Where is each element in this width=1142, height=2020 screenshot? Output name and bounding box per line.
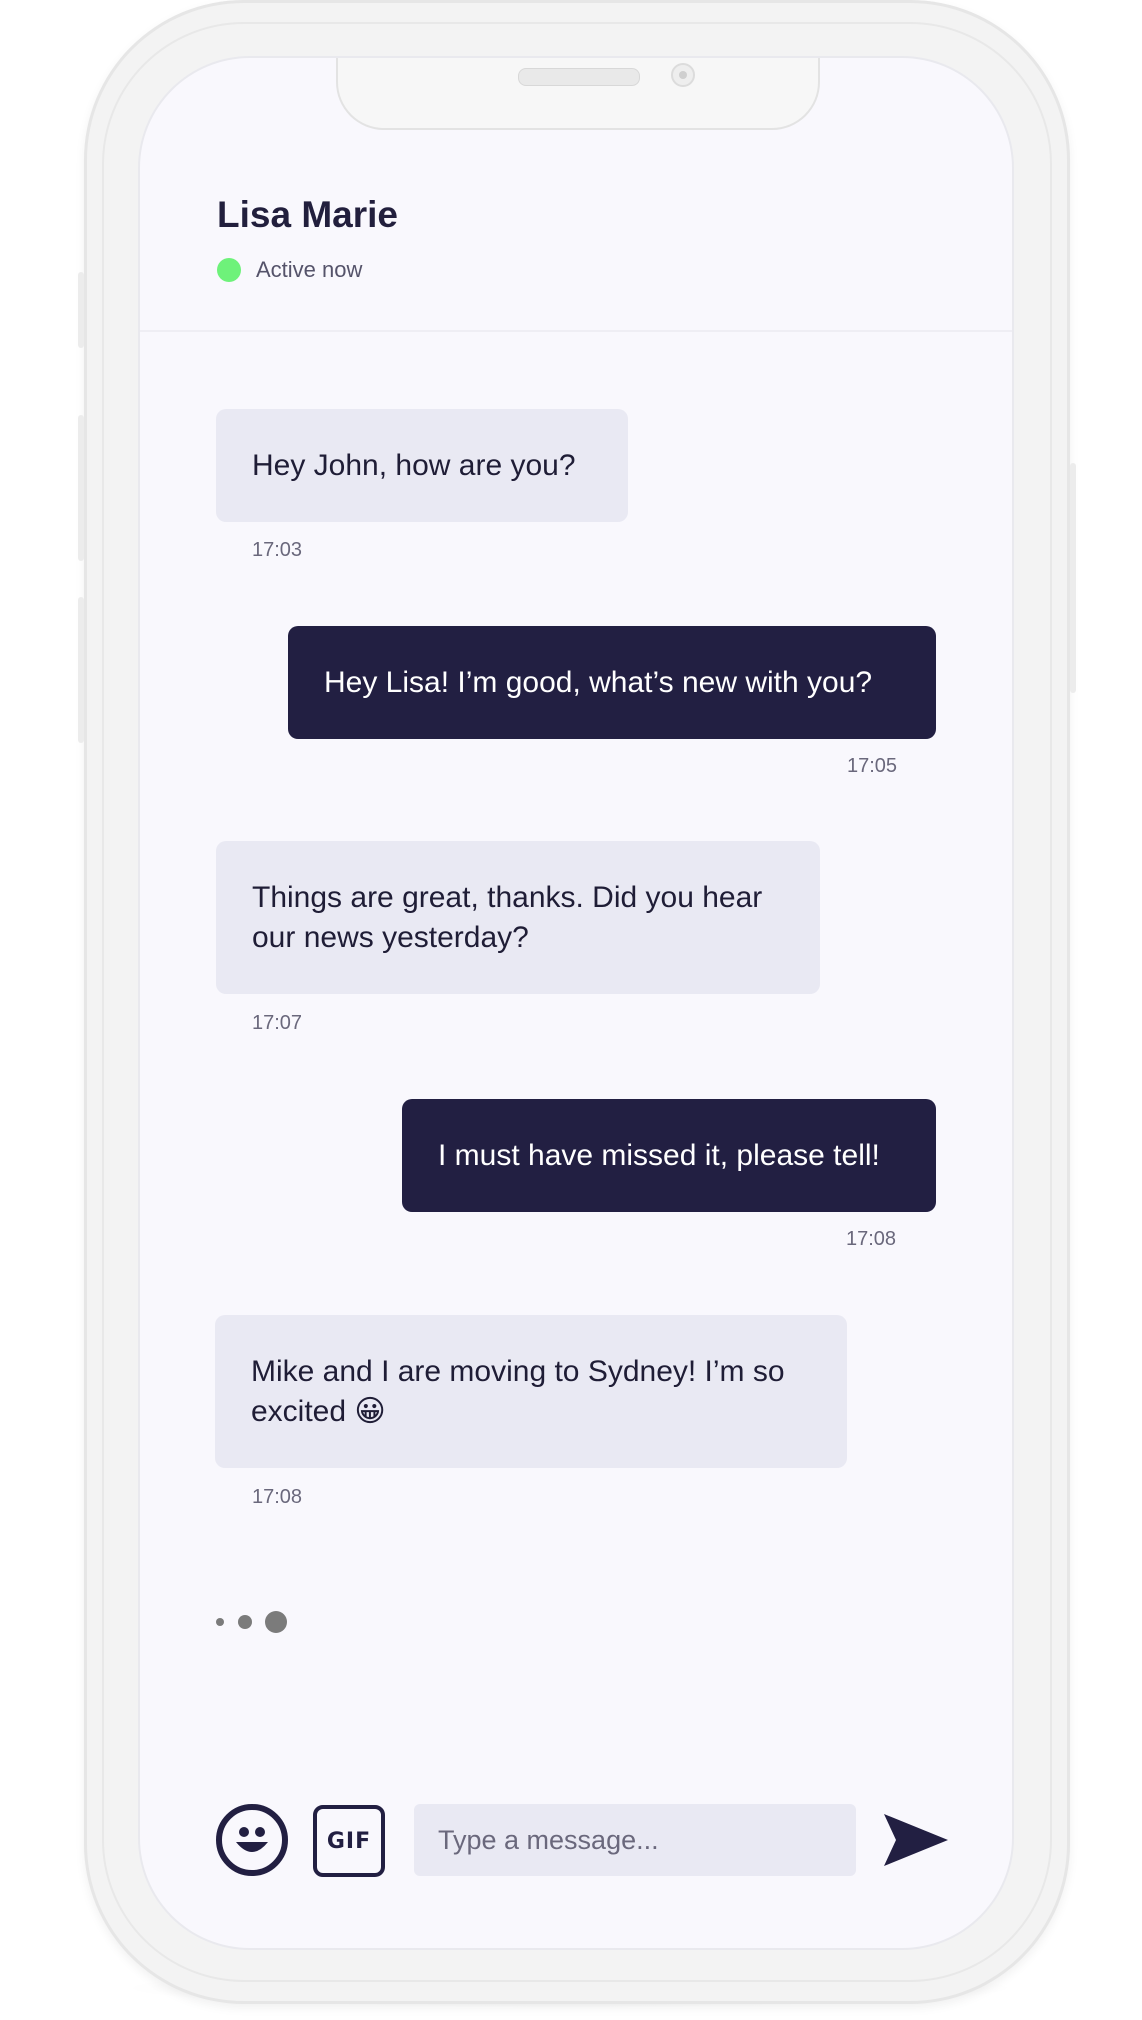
gif-button[interactable]: GIF <box>313 1805 385 1877</box>
send-button[interactable] <box>882 1808 952 1872</box>
message-time: 17:08 <box>252 1486 303 1508</box>
chat-header: Lisa Marie Active now <box>140 58 1012 332</box>
side-button-volume-down <box>78 597 84 743</box>
message-text: Hey Lisa! I’m good, what’s new with you? <box>324 665 873 699</box>
message-text: Mike and I are moving to Sydney! I’m so … <box>251 1354 785 1428</box>
typing-dot-small <box>216 1618 224 1626</box>
side-button-volume-up <box>78 415 84 561</box>
contact-name: Lisa Marie <box>217 194 398 235</box>
message-time: 17:07 <box>252 1012 303 1034</box>
side-button-mute <box>78 272 84 348</box>
message-text: Hey John, how are you? <box>252 448 576 482</box>
message-bubble-outgoing: I must have missed it, please tell! <box>402 1099 936 1212</box>
online-status-icon <box>217 258 241 282</box>
message-bubble-incoming: Mike and I are moving to Sydney! I’m so … <box>215 1315 847 1468</box>
emoji-button[interactable] <box>216 1804 288 1876</box>
message-text: Things are great, thanks. Did you hear o… <box>252 880 763 954</box>
message-bubble-incoming: Things are great, thanks. Did you hear o… <box>216 841 820 994</box>
message-bubble-outgoing: Hey Lisa! I’m good, what’s new with you? <box>288 626 936 739</box>
message-composer: GIF <box>140 1794 1012 1884</box>
send-arrow-icon <box>884 1814 948 1866</box>
message-time: 17:03 <box>252 539 303 561</box>
contact-status: Active now <box>256 257 363 282</box>
message-time: 17:05 <box>847 755 898 777</box>
smiley-face-icon <box>236 1827 268 1852</box>
side-button-power <box>1070 463 1076 693</box>
typing-dot-medium <box>238 1615 252 1629</box>
message-time: 17:08 <box>846 1228 897 1250</box>
message-input[interactable] <box>414 1804 856 1876</box>
message-text: I must have missed it, please tell! <box>438 1138 880 1172</box>
chat-screen: Lisa Marie Active now Hey John, how are … <box>140 58 1012 1948</box>
typing-dot-large <box>265 1611 287 1633</box>
message-bubble-incoming: Hey John, how are you? <box>216 409 628 522</box>
